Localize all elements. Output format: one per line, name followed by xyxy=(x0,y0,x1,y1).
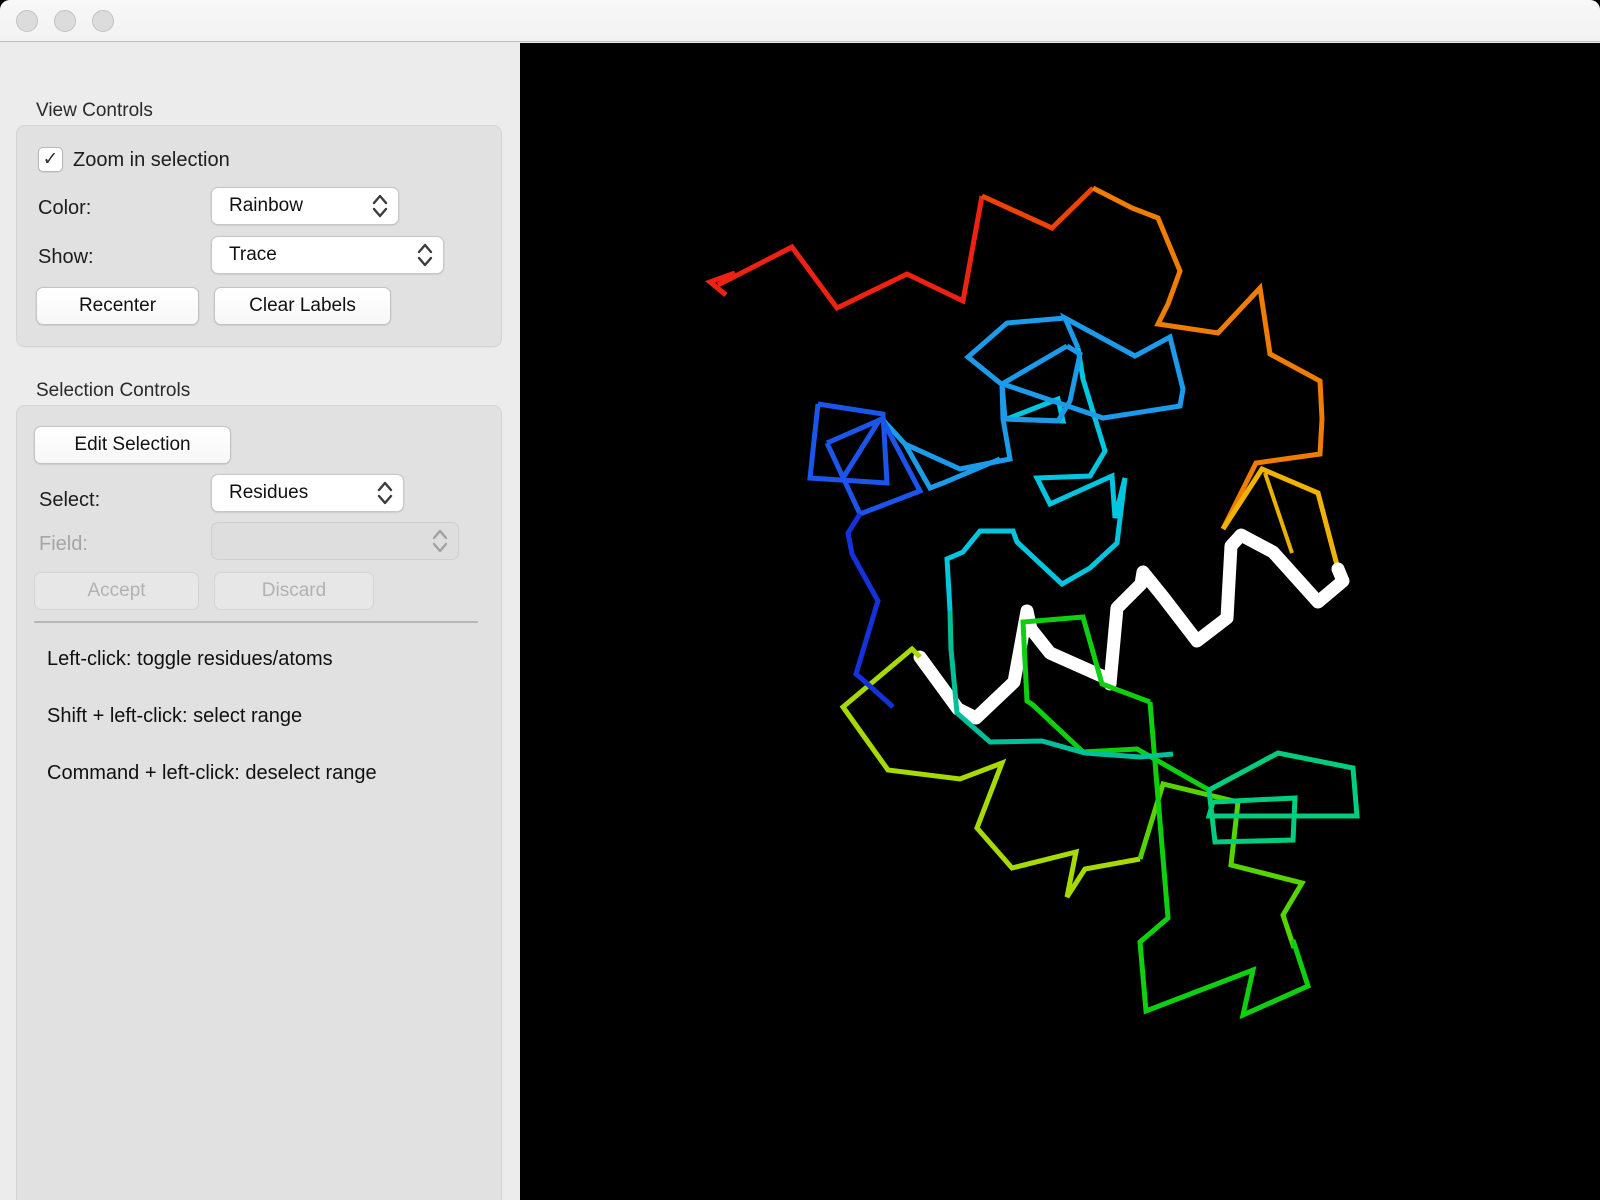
help-line-shift-click: Shift + left-click: select range xyxy=(47,705,303,727)
help-line-left-click: Left-click: toggle residues/atoms xyxy=(47,648,333,670)
view-controls-group: ✓ Zoom in selection Color: Rainbow Show:… xyxy=(16,125,502,347)
molecule-viewport[interactable] xyxy=(520,43,1600,1200)
accept-button: Accept xyxy=(34,572,199,610)
trace-selected-helix xyxy=(913,528,1350,725)
select-chevrons-icon xyxy=(367,191,393,221)
trace-cyan-loop xyxy=(944,347,1128,612)
clear-labels-button[interactable]: Clear Labels xyxy=(214,287,391,325)
recenter-button[interactable]: Recenter xyxy=(36,287,199,325)
select-chevrons-icon xyxy=(412,240,438,270)
color-select[interactable]: Rainbow xyxy=(211,187,399,225)
select-chevrons-icon xyxy=(372,478,398,508)
select-mode-value: Residues xyxy=(229,482,309,503)
show-select[interactable]: Trace xyxy=(211,236,444,274)
trace-red xyxy=(716,195,985,312)
zoom-in-selection-label: Zoom in selection xyxy=(73,149,230,171)
trace-azure-quad xyxy=(999,343,1083,424)
select-chevrons-icon xyxy=(427,526,453,556)
help-line-command-click: Command + left-click: deselect range xyxy=(47,762,377,784)
color-select-value: Rainbow xyxy=(229,195,303,216)
trace-green-bottom xyxy=(1137,701,1312,1020)
minimize-button[interactable] xyxy=(54,10,76,32)
show-label: Show: xyxy=(38,246,94,268)
close-button[interactable] xyxy=(16,10,38,32)
show-select-value: Trace xyxy=(229,244,277,265)
trace-chartreuse xyxy=(839,645,1141,899)
field-select xyxy=(211,522,459,560)
app-window: View Controls ✓ Zoom in selection Color:… xyxy=(0,0,1600,1200)
help-divider xyxy=(34,621,478,623)
trace-darkblue-terminus xyxy=(845,512,895,709)
selection-controls-group: Edit Selection Select: Residues Field: A… xyxy=(16,405,502,1200)
select-label: Select: xyxy=(39,489,101,511)
trace-green-hub xyxy=(1205,750,1360,845)
trace-gold-spur xyxy=(1263,472,1294,554)
color-label: Color: xyxy=(38,197,92,219)
molecule-svg[interactable] xyxy=(520,43,1600,1200)
discard-button: Discard xyxy=(214,572,374,610)
selection-controls-title: Selection Controls xyxy=(36,380,191,401)
select-mode-select[interactable]: Residues xyxy=(211,474,404,512)
view-controls-title: View Controls xyxy=(36,100,153,121)
trace-redorange xyxy=(980,186,1095,231)
zoom-in-selection-checkbox[interactable]: ✓ xyxy=(38,147,63,172)
zoom-window-button[interactable] xyxy=(92,10,114,32)
edit-selection-button[interactable]: Edit Selection xyxy=(34,426,231,464)
checkmark-icon: ✓ xyxy=(42,149,59,170)
controls-sidebar: View Controls ✓ Zoom in selection Color:… xyxy=(0,43,520,1200)
field-label: Field: xyxy=(39,533,88,555)
title-bar[interactable] xyxy=(0,0,1600,42)
